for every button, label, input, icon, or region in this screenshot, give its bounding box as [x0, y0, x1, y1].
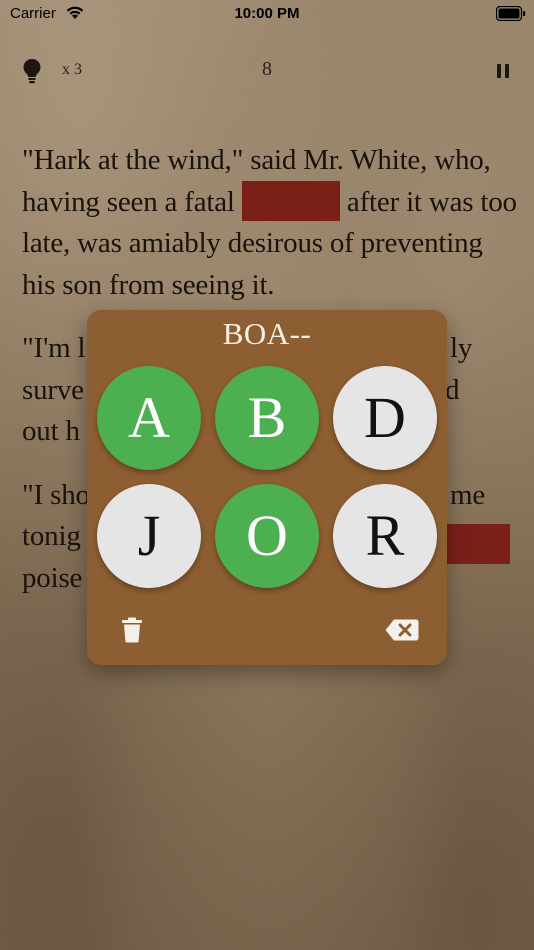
current-guess: BOA--	[222, 316, 312, 351]
story-line-tail: me	[450, 478, 486, 511]
guess-panel: BOA-- A B D J O R	[87, 310, 447, 665]
letter-button-b[interactable]: B	[215, 366, 319, 470]
story-line: poise	[22, 561, 83, 594]
status-bar: Carrier 10:00 PM	[0, 0, 534, 28]
letter-button-a[interactable]: A	[97, 366, 201, 470]
story-line-tail: d	[445, 373, 460, 406]
story-line: surve	[22, 373, 84, 406]
pause-icon[interactable]	[496, 63, 510, 79]
story-line: tonig	[22, 520, 81, 552]
score-counter: 8	[262, 58, 272, 80]
letter-button-j[interactable]: J	[97, 484, 201, 588]
trash-icon[interactable]	[121, 617, 143, 643]
redacted-word[interactable]	[241, 180, 340, 221]
story-line: "I sho	[22, 478, 90, 511]
story-line: out h	[22, 415, 80, 447]
letter-button-d[interactable]: D	[333, 366, 437, 470]
backspace-icon[interactable]	[385, 619, 419, 641]
battery-icon	[496, 6, 526, 21]
letter-button-r[interactable]: R	[333, 484, 437, 588]
status-time: 10:00 PM	[234, 5, 300, 22]
story-paragraph-1: "Hark at the wind," said Mr. White, who,…	[22, 140, 522, 306]
letter-button-o[interactable]: O	[215, 484, 319, 588]
game-toolbar: x 3 8	[0, 55, 534, 87]
story-line-tail: ly	[450, 332, 473, 364]
story-line: "I'm l	[22, 332, 86, 364]
